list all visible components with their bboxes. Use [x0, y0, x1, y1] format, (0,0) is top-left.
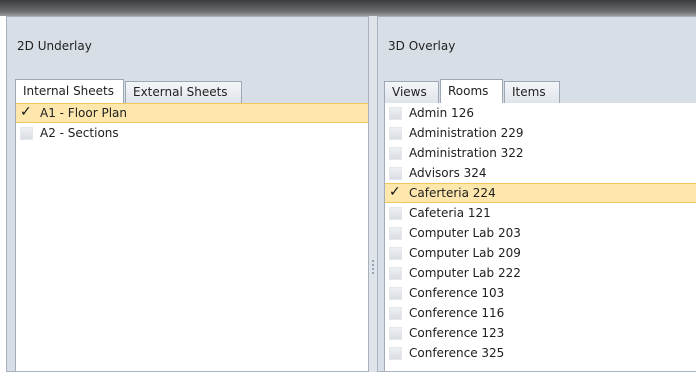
- list-item[interactable]: Conference 325: [385, 343, 696, 363]
- checkbox[interactable]: [389, 246, 402, 260]
- list-item-label: Computer Lab 209: [409, 246, 521, 260]
- tab-internal-sheets[interactable]: Internal Sheets: [15, 79, 124, 104]
- check-mark-icon: ✓: [20, 103, 32, 120]
- list-item-label: Computer Lab 222: [409, 266, 521, 280]
- checkbox[interactable]: [389, 286, 402, 300]
- list-item[interactable]: Conference 123: [385, 323, 696, 343]
- checkbox[interactable]: [389, 266, 402, 280]
- list-item[interactable]: Administration 322: [385, 143, 696, 163]
- checkbox[interactable]: [389, 206, 402, 220]
- list-item[interactable]: Administration 229: [385, 123, 696, 143]
- list-item-label: Administration 322: [409, 146, 524, 160]
- list-item-label: A2 - Sections: [40, 126, 119, 140]
- list-item[interactable]: ✓ Caferteria 224: [385, 183, 696, 203]
- list-item-label: Conference 116: [409, 306, 505, 320]
- splitter-grip-dot: [372, 264, 374, 266]
- list-item-label: Caferteria 224: [409, 186, 496, 200]
- panel-title: 3D Overlay: [388, 39, 456, 53]
- panel-title: 2D Underlay: [17, 39, 92, 53]
- checkbox[interactable]: [389, 306, 402, 320]
- list-item-label: Cafeteria 121: [409, 206, 491, 220]
- checkbox[interactable]: [389, 226, 402, 240]
- check-mark-icon: ✓: [389, 183, 401, 200]
- checkbox[interactable]: [389, 166, 402, 180]
- checkbox[interactable]: [389, 326, 402, 340]
- list-item[interactable]: Computer Lab 222: [385, 263, 696, 283]
- list-item-label: Conference 123: [409, 326, 505, 340]
- checkbox[interactable]: [389, 126, 402, 140]
- list-item-label: Admin 126: [409, 106, 474, 120]
- list-item[interactable]: Conference 103: [385, 283, 696, 303]
- list-item[interactable]: Conference 116: [385, 303, 696, 323]
- splitter-grip-dot: [372, 268, 374, 270]
- room-list: Admin 126 Administration 229 Administratio…: [384, 103, 696, 371]
- tab-views[interactable]: Views: [384, 81, 439, 103]
- list-item-label: Conference 325: [409, 346, 505, 360]
- underlay-2d-panel: 2D Underlay Internal Sheets External She…: [6, 16, 369, 372]
- list-item[interactable]: Computer Lab 203: [385, 223, 696, 243]
- splitter-grip-dot: [372, 272, 374, 274]
- tab-strip: Views Rooms Items: [384, 79, 696, 104]
- list-item[interactable]: Computer Lab 209: [385, 243, 696, 263]
- overlay-3d-panel: 3D Overlay Views Rooms Items Admin 126 Ad…: [377, 16, 696, 372]
- checkbox[interactable]: [20, 126, 33, 140]
- list-item[interactable]: Cafeteria 121: [385, 203, 696, 223]
- list-item-label: Administration 229: [409, 126, 524, 140]
- checkbox-checked[interactable]: ✓: [389, 183, 402, 200]
- checkbox[interactable]: [389, 146, 402, 160]
- list-item[interactable]: Admin 126: [385, 103, 696, 123]
- checkbox[interactable]: [389, 346, 402, 360]
- panel-splitter[interactable]: [369, 16, 377, 372]
- tab-strip: Internal Sheets External Sheets: [15, 79, 368, 104]
- checkbox-checked[interactable]: ✓: [20, 103, 33, 120]
- tab-rooms[interactable]: Rooms: [440, 79, 503, 104]
- list-item[interactable]: ✓ A1 - Floor Plan: [16, 103, 368, 123]
- window-top-bar: [0, 0, 696, 16]
- list-item[interactable]: A2 - Sections: [16, 123, 368, 143]
- sheet-list: ✓ A1 - Floor Plan A2 - Sections: [15, 103, 368, 371]
- list-item-label: Advisors 324: [409, 166, 487, 180]
- list-item-label: A1 - Floor Plan: [40, 106, 127, 120]
- list-item-label: Computer Lab 203: [409, 226, 521, 240]
- list-item[interactable]: Advisors 324: [385, 163, 696, 183]
- list-item-label: Conference 103: [409, 286, 505, 300]
- tab-items[interactable]: Items: [504, 81, 560, 103]
- checkbox[interactable]: [389, 106, 402, 120]
- splitter-grip-dot: [372, 260, 374, 262]
- tab-external-sheets[interactable]: External Sheets: [125, 81, 242, 103]
